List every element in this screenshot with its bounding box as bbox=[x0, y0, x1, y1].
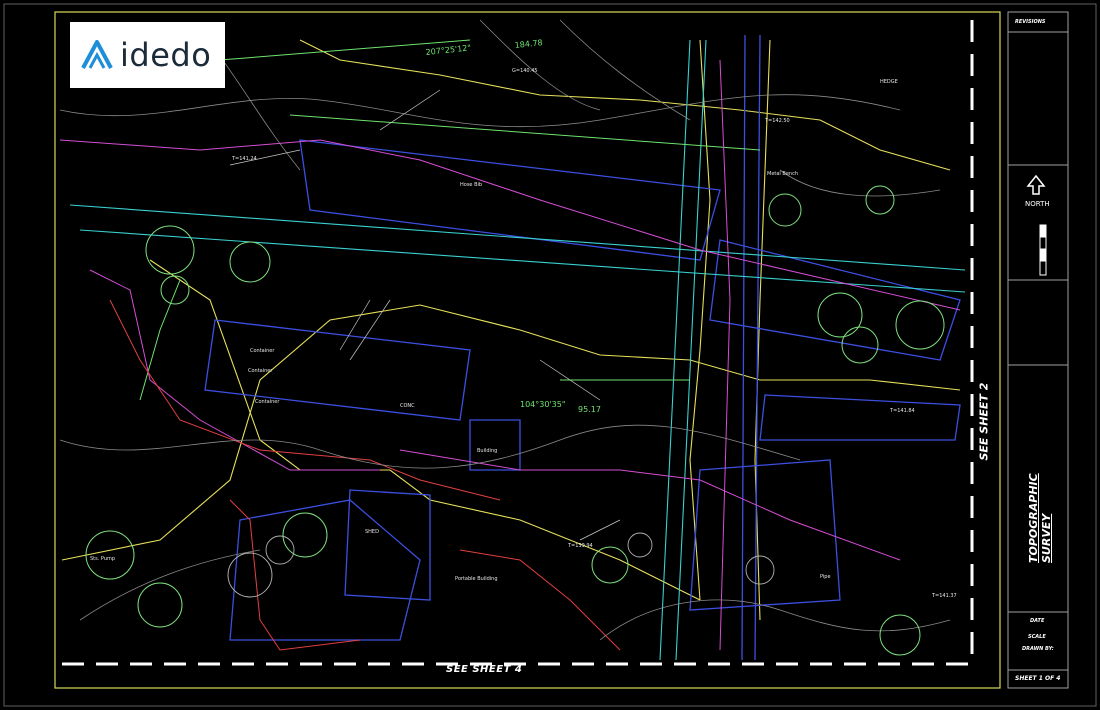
title-block-frame bbox=[1007, 11, 1069, 689]
logo-text: idedo bbox=[120, 36, 212, 74]
label-elev-b: T=139.94 bbox=[567, 543, 593, 549]
distance-top: 184.78 bbox=[514, 38, 543, 50]
graphic-scale bbox=[1039, 224, 1047, 276]
distance-mid: 95.17 bbox=[578, 405, 601, 414]
label-pipe: Pipe bbox=[820, 574, 831, 580]
sheet-border-inner bbox=[54, 11, 1001, 689]
utility-lines bbox=[59, 59, 961, 651]
label-elev-c: T=141.84 bbox=[889, 408, 915, 414]
label-building: Building bbox=[477, 448, 497, 454]
label-hose: Hose Bib bbox=[460, 182, 482, 188]
label-elev-e: T=142.50 bbox=[764, 118, 790, 124]
label-elev-a: T=141.24 bbox=[231, 156, 257, 162]
date-label: DATE bbox=[1030, 618, 1045, 624]
bearing-top: 207°25'12" bbox=[425, 43, 471, 57]
label-sts-pump: Sts. Pump bbox=[90, 556, 115, 562]
scale-label: SCALE bbox=[1028, 634, 1046, 640]
logo-mark-icon bbox=[81, 40, 113, 69]
label-container-a: Container bbox=[250, 348, 275, 354]
bearing-mid: 104°30'35" bbox=[520, 400, 566, 409]
label-elev-f: G=140.45 bbox=[512, 68, 538, 74]
north-label: NORTH bbox=[1025, 200, 1050, 208]
sheet-number: SHEET 1 OF 4 bbox=[1015, 675, 1060, 682]
label-shed: SHED bbox=[365, 529, 379, 535]
label-container-c: Container bbox=[255, 399, 280, 405]
label-portable: Portable Building bbox=[455, 576, 498, 582]
contour-lines bbox=[59, 19, 951, 641]
building-outlines bbox=[204, 34, 961, 661]
label-hedge: HEDGE bbox=[880, 79, 898, 85]
sheet-border-outer bbox=[3, 3, 1097, 707]
label-conc: CONC bbox=[400, 403, 415, 409]
match-label-bottom: SEE SHEET 4 bbox=[446, 664, 523, 675]
label-elev-d: T=141.37 bbox=[931, 593, 957, 599]
revisions-label: REVISIONS bbox=[1015, 19, 1046, 25]
brand-logo: idedo bbox=[70, 22, 225, 88]
match-label-right: SEE SHEET 2 bbox=[977, 382, 991, 461]
curb-lines bbox=[69, 39, 966, 661]
sheet-title: TOPOGRAPHIC SURVEY bbox=[1027, 473, 1053, 563]
survey-drawing: 207°25'12" 184.78 104°30'35" 95.17 Conta… bbox=[3, 3, 1097, 707]
north-arrow-icon bbox=[1026, 174, 1046, 195]
drawn-label: DRAWN BY: bbox=[1022, 646, 1054, 652]
label-container-b: Container bbox=[248, 368, 273, 374]
label-metal-bench: Metal Bench bbox=[767, 171, 798, 177]
